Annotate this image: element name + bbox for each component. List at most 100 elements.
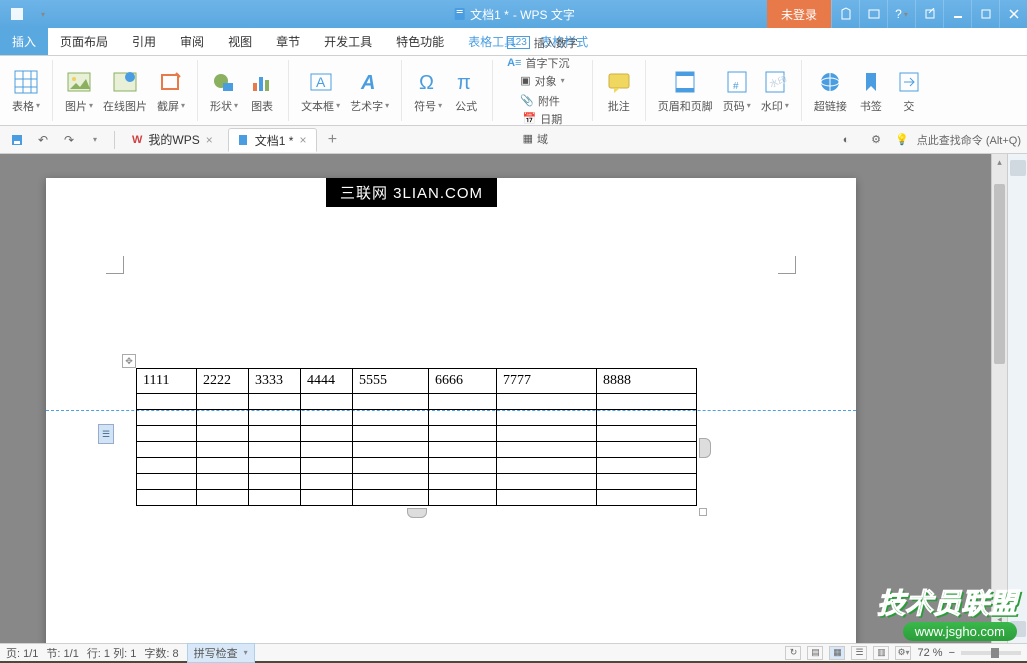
- menu-review[interactable]: 审阅: [168, 28, 216, 55]
- table-cell[interactable]: [249, 458, 301, 474]
- zoom-out-button[interactable]: −: [949, 647, 955, 659]
- table-cell[interactable]: [137, 458, 197, 474]
- restore-window-icon[interactable]: [915, 0, 943, 28]
- table-cell[interactable]: [249, 410, 301, 426]
- table-cell[interactable]: [497, 474, 597, 490]
- menu-view[interactable]: 视图: [216, 28, 264, 55]
- menu-features[interactable]: 特色功能: [384, 28, 456, 55]
- ribbon-watermark[interactable]: 水印 水印▾: [757, 68, 793, 114]
- close-button[interactable]: [999, 0, 1027, 28]
- table-cell[interactable]: [137, 490, 197, 506]
- settings-icon[interactable]: ⚙: [865, 130, 887, 150]
- view-web-layout[interactable]: ▥: [873, 646, 889, 660]
- table-cell[interactable]: [497, 442, 597, 458]
- table-cell[interactable]: [353, 426, 429, 442]
- table-cell[interactable]: [197, 458, 249, 474]
- table-cell[interactable]: [597, 394, 697, 410]
- ribbon-equation[interactable]: π 公式: [448, 68, 484, 114]
- table-cell[interactable]: [249, 474, 301, 490]
- login-button[interactable]: 未登录: [767, 0, 831, 28]
- table-cell[interactable]: [353, 474, 429, 490]
- tab-document-1[interactable]: 文档1 * ×: [228, 128, 318, 152]
- table-cell[interactable]: [497, 426, 597, 442]
- ribbon-date[interactable]: 📅日期: [521, 110, 565, 128]
- status-refresh-icon[interactable]: ↻: [785, 646, 801, 660]
- table-cell[interactable]: [429, 410, 497, 426]
- menu-page-layout[interactable]: 页面布局: [48, 28, 120, 55]
- ribbon-shapes[interactable]: 形状▾: [206, 68, 242, 114]
- table-cell[interactable]: [429, 458, 497, 474]
- table-cell[interactable]: [597, 458, 697, 474]
- table-cell[interactable]: 3333: [249, 369, 301, 394]
- ribbon-chart[interactable]: 图表: [244, 68, 280, 114]
- zoom-slider-thumb[interactable]: [991, 648, 999, 658]
- table-cell[interactable]: 1111: [137, 369, 197, 394]
- side-panel-toggle[interactable]: [1010, 160, 1026, 176]
- view-settings[interactable]: ⚙▾: [895, 646, 911, 660]
- table-cell[interactable]: [497, 410, 597, 426]
- table-cell[interactable]: [497, 490, 597, 506]
- ribbon-page-number[interactable]: # 页码▾: [719, 68, 755, 114]
- view-read-mode[interactable]: ▦: [829, 646, 845, 660]
- status-spell-check[interactable]: 拼写检查▾: [187, 643, 255, 663]
- table-cell[interactable]: [301, 442, 353, 458]
- page[interactable]: 三联网 3LIAN.COM ☰ ✥ 1111222233334444555566…: [46, 178, 856, 643]
- table-cell[interactable]: [301, 394, 353, 410]
- table-row[interactable]: [137, 490, 697, 506]
- table-cell[interactable]: [353, 442, 429, 458]
- ribbon-comment[interactable]: 批注: [601, 68, 637, 114]
- ribbon-textbox[interactable]: A 文本框▾: [297, 68, 344, 114]
- tab-close-icon[interactable]: ×: [299, 133, 306, 147]
- table-cell[interactable]: [597, 490, 697, 506]
- skin-icon[interactable]: [831, 0, 859, 28]
- table-cell[interactable]: 5555: [353, 369, 429, 394]
- help-icon[interactable]: ?▾: [887, 0, 915, 28]
- table-cell[interactable]: [301, 426, 353, 442]
- table-cell[interactable]: [249, 394, 301, 410]
- table-cell[interactable]: [197, 490, 249, 506]
- table-cell[interactable]: [137, 410, 197, 426]
- table-cell[interactable]: [429, 426, 497, 442]
- maximize-button[interactable]: [971, 0, 999, 28]
- document-area[interactable]: 三联网 3LIAN.COM ☰ ✥ 1111222233334444555566…: [0, 154, 991, 643]
- table-cell[interactable]: [137, 474, 197, 490]
- ribbon-online-picture[interactable]: 在线图片: [99, 68, 151, 114]
- title-dropdown-icon[interactable]: ▾: [32, 4, 54, 24]
- table-row[interactable]: 11112222333344445555666677778888: [137, 369, 697, 394]
- view-outline[interactable]: ☰: [851, 646, 867, 660]
- ribbon-picture[interactable]: 图片▾: [61, 68, 97, 114]
- table-cell[interactable]: [429, 394, 497, 410]
- table-add-col-handle[interactable]: [407, 508, 427, 518]
- table-cell[interactable]: [137, 394, 197, 410]
- table-cell[interactable]: [301, 474, 353, 490]
- table-move-handle[interactable]: ✥: [122, 354, 136, 368]
- view-print-layout[interactable]: ▤: [807, 646, 823, 660]
- table-properties-tag[interactable]: ☰: [98, 424, 114, 444]
- table-cell[interactable]: [353, 394, 429, 410]
- table-row[interactable]: [137, 394, 697, 410]
- table-cell[interactable]: [137, 426, 197, 442]
- ribbon-insert-number[interactable]: 123插入数字: [505, 34, 580, 52]
- cloud-sync-icon[interactable]: ◐: [835, 130, 857, 150]
- table-cell[interactable]: [429, 474, 497, 490]
- table-cell[interactable]: [249, 490, 301, 506]
- table-cell[interactable]: 8888: [597, 369, 697, 394]
- scroll-up-button[interactable]: ▴: [992, 154, 1007, 170]
- table-cell[interactable]: 6666: [429, 369, 497, 394]
- scroll-down-button[interactable]: ▾: [992, 595, 1007, 611]
- ribbon-dropcap[interactable]: A≡首字下沉: [505, 54, 580, 72]
- prev-page-button[interactable]: ◂: [992, 611, 1007, 627]
- tab-close-icon[interactable]: ×: [206, 133, 213, 147]
- table-cell[interactable]: 2222: [197, 369, 249, 394]
- qat-redo-icon[interactable]: ↷: [58, 130, 80, 150]
- table-cell[interactable]: [429, 490, 497, 506]
- table-cell[interactable]: [249, 442, 301, 458]
- menu-insert[interactable]: 插入: [0, 28, 48, 55]
- menu-sections[interactable]: 章节: [264, 28, 312, 55]
- table-cell[interactable]: [197, 394, 249, 410]
- ribbon-table[interactable]: 表格▾: [8, 68, 44, 114]
- minimize-button[interactable]: [943, 0, 971, 28]
- table-cell[interactable]: [197, 474, 249, 490]
- menu-developer[interactable]: 开发工具: [312, 28, 384, 55]
- table-cell[interactable]: [249, 426, 301, 442]
